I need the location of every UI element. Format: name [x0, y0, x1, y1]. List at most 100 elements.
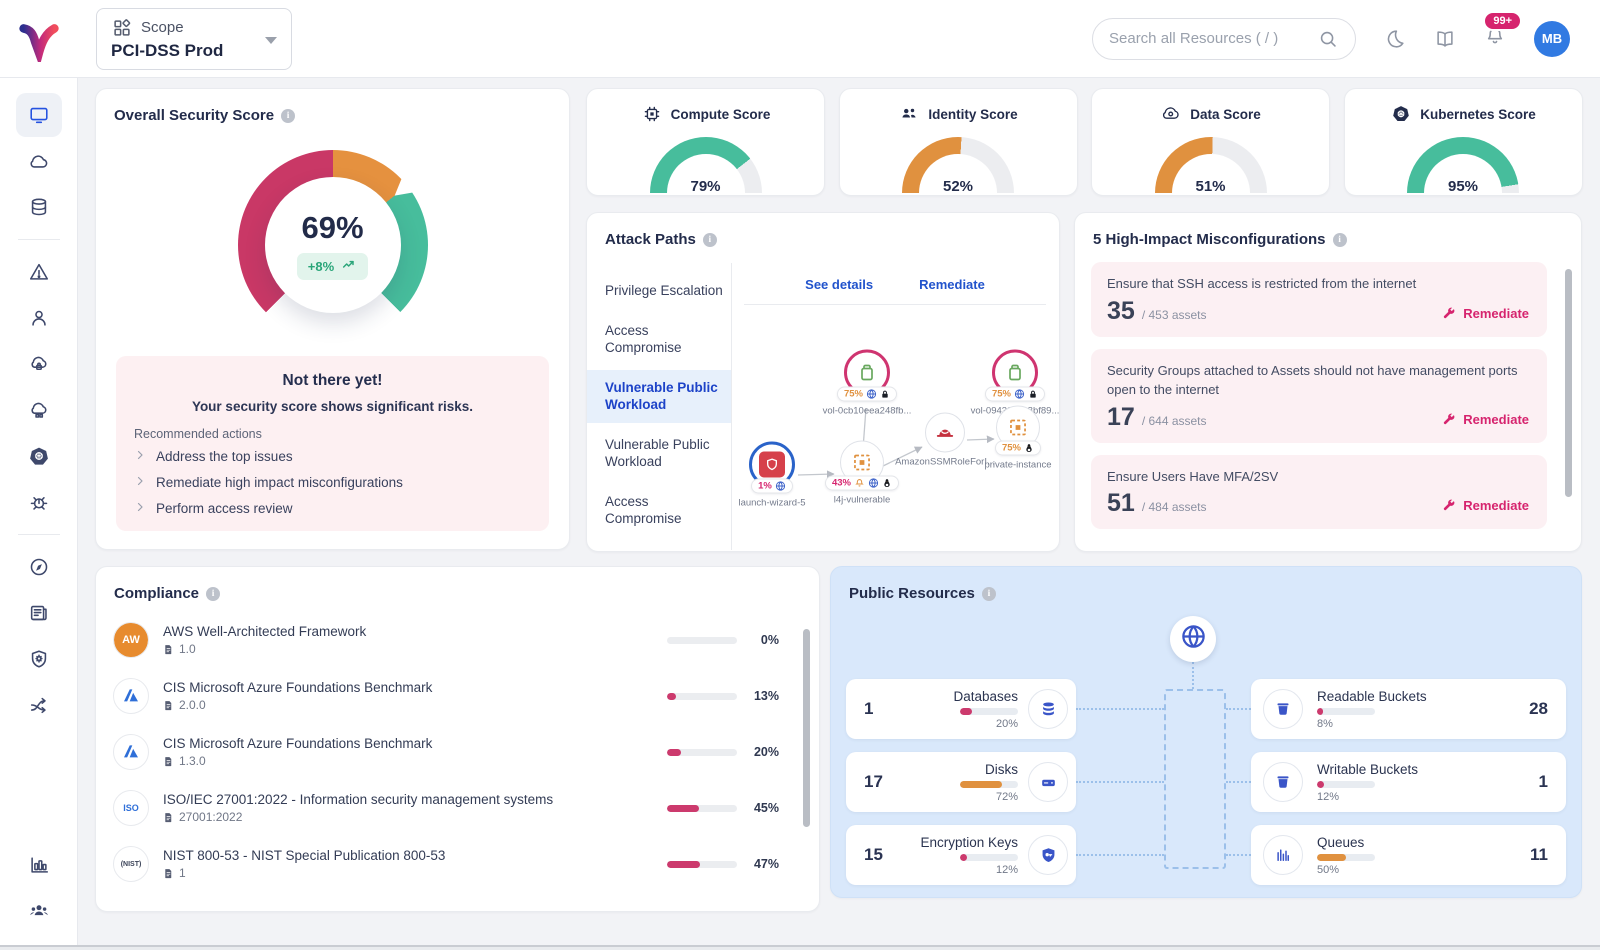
- framework-name: CIS Microsoft Azure Foundations Benchmar…: [163, 736, 667, 751]
- role-node-icon: [925, 413, 965, 453]
- score-gauge: 52%: [902, 137, 1014, 193]
- compliance-framework-row[interactable]: (NIST)NIST 800-53 - NIST Special Publica…: [96, 836, 819, 892]
- sidebar-item-automation[interactable]: [16, 683, 62, 727]
- misconfigurations-title: 5 High-Impact Misconfigurations: [1093, 231, 1326, 248]
- overall-security-score-card: Overall Security Score i 69% +8% Not the…: [95, 88, 570, 550]
- policies-icon: [28, 648, 50, 670]
- topbar: Scope PCI-DSS Prod 99+ MB: [0, 0, 1600, 78]
- sidebar-item-dashboard[interactable]: [16, 93, 62, 137]
- attack-path-menu-item[interactable]: Access Compromise: [587, 484, 731, 537]
- recommended-action[interactable]: Remediate high impact misconfigurations: [134, 467, 531, 493]
- info-icon[interactable]: i: [1333, 233, 1347, 247]
- info-icon[interactable]: i: [206, 587, 220, 601]
- score-gauge-value: 51%: [1155, 178, 1267, 193]
- resource-percent: 8%: [1317, 718, 1333, 730]
- sidebar: [0, 78, 78, 950]
- global-search[interactable]: [1092, 18, 1356, 60]
- public-resource-queues[interactable]: Queues50%11: [1251, 825, 1566, 885]
- attack-path-menu-item[interactable]: Access Compromise: [587, 313, 731, 366]
- graph-node-security-group[interactable]: 1%launch-wizard-5: [722, 442, 822, 509]
- globe-icon: [1014, 389, 1025, 400]
- public-resource-writable-buckets[interactable]: Writable Buckets12%1: [1251, 752, 1566, 812]
- assets-total: / 453 assets: [1142, 308, 1207, 322]
- automation-icon: [28, 694, 50, 716]
- info-icon[interactable]: i: [982, 587, 996, 601]
- sidebar-item-team[interactable]: [16, 889, 62, 933]
- sidebar-item-reports[interactable]: [16, 591, 62, 635]
- compliance-framework-row[interactable]: AWAWS Well-Architected Framework1.00%: [96, 612, 819, 668]
- resource-count: 15: [864, 845, 883, 865]
- graph-node-volume[interactable]: 75%vol-0cb10eea248fb...: [817, 350, 917, 417]
- bucket-icon: [1263, 762, 1303, 802]
- sidebar-item-workload[interactable]: [16, 388, 62, 432]
- workload-icon: [28, 399, 50, 421]
- public-resource-readable-buckets[interactable]: Readable Buckets8%28: [1251, 679, 1566, 739]
- public-resource-disks[interactable]: 17Disks72%: [846, 752, 1076, 812]
- compute-score-card[interactable]: Compute Score79%: [586, 88, 825, 196]
- compliance-percent: 47%: [737, 857, 779, 871]
- queue-icon: [1263, 835, 1303, 875]
- compliance-framework-row[interactable]: ISOISO/IEC 27001:2022 - Information secu…: [96, 780, 819, 836]
- identity-score-card[interactable]: Identity Score52%: [839, 88, 1078, 196]
- public-resource-encryption-keys[interactable]: 15Encryption Keys12%: [846, 825, 1076, 885]
- risk-percent-badge: 75%: [992, 389, 1011, 400]
- chevron-right-icon: [134, 501, 146, 516]
- score-gauge: 95%: [1407, 137, 1519, 193]
- compliance-percent: 20%: [737, 745, 779, 759]
- analytics-icon: [28, 854, 50, 876]
- avatar[interactable]: MB: [1534, 21, 1570, 57]
- attack-path-graph[interactable]: 75%vol-0cb10eea248fb...75%vol-0943954c8b…: [732, 263, 1058, 550]
- sidebar-item-cloud[interactable]: [16, 139, 62, 183]
- sidebar-item-cloud-security[interactable]: [16, 342, 62, 386]
- recommended-action[interactable]: Address the top issues: [134, 441, 531, 467]
- attack-path-menu-item[interactable]: Vulnerable Public Workload: [587, 427, 731, 480]
- compliance-progress-bar: [667, 749, 737, 756]
- search-icon: [1317, 28, 1339, 50]
- compliance-framework-row[interactable]: CIS Microsoft Azure Foundations Benchmar…: [96, 668, 819, 724]
- score-gauge-value: 52%: [902, 178, 1014, 193]
- search-input[interactable]: [1109, 30, 1309, 47]
- dark-mode-icon[interactable]: [1384, 28, 1406, 50]
- sidebar-item-policies[interactable]: [16, 637, 62, 681]
- framework-logo: [113, 678, 149, 714]
- misconfiguration-text: Ensure that SSH access is restricted fro…: [1107, 275, 1531, 294]
- remediate-button[interactable]: Remediate: [1441, 498, 1529, 513]
- framework-logo: (NIST): [113, 846, 149, 882]
- notifications-bell-icon[interactable]: 99+: [1484, 25, 1506, 52]
- sidebar-item-vulnerabilities[interactable]: [16, 480, 62, 524]
- info-icon[interactable]: i: [281, 109, 295, 123]
- compliance-percent: 13%: [737, 689, 779, 703]
- remediate-button[interactable]: Remediate: [1441, 412, 1529, 427]
- framework-version: 1.3.0: [163, 754, 667, 768]
- graph-node-instance[interactable]: 75%private-instance: [968, 406, 1068, 471]
- compliance-framework-row[interactable]: CIS Microsoft Azure Foundations Benchmar…: [96, 724, 819, 780]
- globe-icon: [866, 389, 877, 400]
- public-resource-databases[interactable]: 1Databases20%: [846, 679, 1076, 739]
- framework-logo: AW: [113, 622, 149, 658]
- sidebar-item-explorer[interactable]: [16, 545, 62, 589]
- sidebar-item-kubernetes[interactable]: [16, 434, 62, 478]
- kubernetes-score-card[interactable]: Kubernetes Score 95%: [1344, 88, 1583, 196]
- sidebar-item-issues[interactable]: [16, 250, 62, 294]
- misconfiguration-text: Ensure Users Have MFA/2SV: [1107, 468, 1531, 487]
- security-score-donut: 69% +8%: [238, 150, 428, 340]
- attack-path-menu-item[interactable]: Vulnerable Public Workload: [587, 370, 731, 423]
- sidebar-item-analytics[interactable]: [16, 843, 62, 887]
- risk-percent-badge: 75%: [1002, 443, 1021, 454]
- sidebar-item-inventory-database[interactable]: [16, 185, 62, 229]
- sidebar-item-identity[interactable]: [16, 296, 62, 340]
- data-score-card[interactable]: Data Score 51%: [1091, 88, 1330, 196]
- docs-icon[interactable]: [1434, 28, 1456, 50]
- app-logo[interactable]: [0, 16, 78, 62]
- score-card-label: Kubernetes Score: [1420, 107, 1536, 122]
- info-icon[interactable]: i: [703, 233, 717, 247]
- misconfig-scrollbar[interactable]: [1565, 269, 1572, 497]
- score-card-label: Data Score: [1190, 107, 1261, 122]
- scope-selector[interactable]: Scope PCI-DSS Prod: [96, 8, 292, 70]
- compliance-scrollbar[interactable]: [803, 629, 810, 827]
- resource-progress-bar: [960, 708, 1018, 715]
- remediate-button[interactable]: Remediate: [1441, 306, 1529, 321]
- recommended-action[interactable]: Perform access review: [134, 493, 531, 519]
- score-gauge-value: 79%: [650, 178, 762, 193]
- attack-path-menu-item[interactable]: Privilege Escalation: [587, 273, 731, 309]
